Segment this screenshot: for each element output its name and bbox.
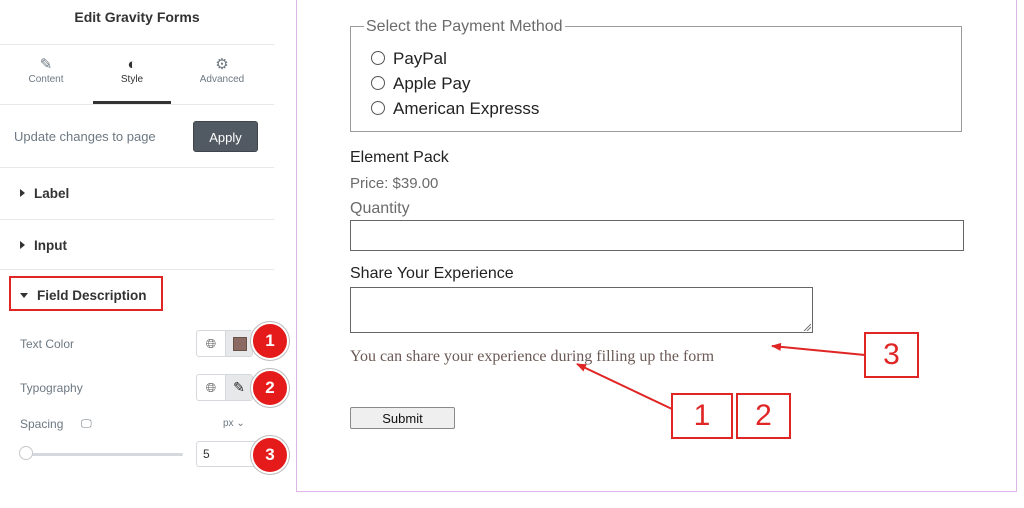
radio-label: PayPal (393, 49, 447, 68)
pencil-icon: ✎ (39, 56, 53, 73)
typography-control: 🌐︎ ✎ (196, 374, 253, 401)
spacing-slider-track[interactable] (26, 453, 183, 456)
caret-down-icon (20, 293, 28, 298)
panel-title: Edit Gravity Forms (74, 9, 200, 25)
tab-label: Content (28, 74, 64, 85)
unit-value: px (223, 418, 234, 429)
radio-button[interactable] (371, 101, 385, 115)
radio-button[interactable] (371, 51, 385, 65)
divider (0, 269, 274, 270)
section-label[interactable]: Label (20, 186, 69, 201)
badge-2: 2 (251, 369, 289, 407)
field-description-text: You can share your experience during fil… (350, 348, 715, 365)
product-price: Price: $39.00 (350, 175, 439, 192)
badge-1: 1 (251, 322, 289, 360)
radio-label: Apple Pay (393, 74, 471, 93)
caret-right-icon (20, 189, 25, 197)
resize-handle-icon[interactable] (803, 323, 811, 331)
divider (0, 44, 274, 45)
typography-label: Typography (20, 381, 83, 395)
section-title: Input (34, 238, 67, 253)
payment-method-fieldset: Select the Payment Method PayPal Apple P… (350, 18, 962, 132)
callout-1: 1 (671, 393, 733, 439)
divider (0, 167, 274, 168)
spacing-slider-thumb[interactable] (19, 446, 33, 460)
form-preview: Select the Payment Method PayPal Apple P… (296, 0, 1017, 492)
badge-3: 3 (251, 436, 289, 474)
unit-select[interactable]: px ⌄ (223, 418, 245, 429)
text-color-label: Text Color (20, 337, 75, 351)
tab-advanced[interactable]: ⚙ Advanced (177, 56, 267, 85)
radio-option-american-express[interactable]: American Expresss (371, 99, 539, 119)
typography-edit-button[interactable]: ✎ (226, 375, 252, 400)
product-name: Element Pack (350, 149, 449, 166)
section-title: Field Description (37, 288, 147, 303)
quantity-input[interactable] (350, 220, 964, 251)
divider (0, 104, 274, 105)
radio-option-paypal[interactable]: PayPal (371, 49, 447, 69)
color-picker-button[interactable] (226, 331, 252, 356)
submit-button[interactable]: Submit (350, 407, 455, 429)
text-color-control: 🌐︎ (196, 330, 253, 357)
update-changes-text: Update changes to page (14, 129, 156, 144)
color-swatch (233, 337, 247, 351)
tab-style[interactable]: ◐ Style (87, 56, 177, 85)
tab-label: Advanced (199, 74, 245, 85)
spacing-input[interactable] (196, 441, 257, 467)
pencil-icon: ✎ (233, 379, 245, 395)
callout-2: 2 (736, 393, 791, 439)
apply-button[interactable]: Apply (193, 121, 258, 152)
radio-label: American Expresss (393, 99, 540, 118)
section-field-description[interactable]: Field Description (20, 288, 147, 303)
section-input[interactable]: Input (20, 238, 67, 253)
globe-icon[interactable]: 🌐︎ (197, 375, 226, 400)
divider (0, 219, 274, 220)
editor-panel: Edit Gravity Forms ✎ Content ◐ Style ⚙ A… (0, 0, 274, 508)
monitor-icon[interactable]: 🖵︎ (81, 418, 92, 431)
radio-button[interactable] (371, 76, 385, 90)
share-experience-textarea[interactable] (350, 287, 813, 333)
caret-right-icon (20, 241, 25, 249)
section-title: Label (34, 186, 70, 201)
radio-option-apple-pay[interactable]: Apple Pay (371, 74, 471, 94)
spacing-label: Spacing (20, 417, 64, 431)
tab-label: Style (120, 74, 144, 85)
globe-icon[interactable]: 🌐︎ (197, 331, 226, 356)
tab-content[interactable]: ✎ Content (1, 56, 91, 85)
payment-legend: Select the Payment Method (364, 18, 565, 36)
quantity-label: Quantity (350, 200, 410, 217)
callout-3: 3 (864, 332, 919, 378)
half-circle-icon: ◐ (127, 56, 137, 73)
share-experience-label: Share Your Experience (350, 265, 514, 282)
gear-icon: ⚙ (215, 56, 229, 73)
